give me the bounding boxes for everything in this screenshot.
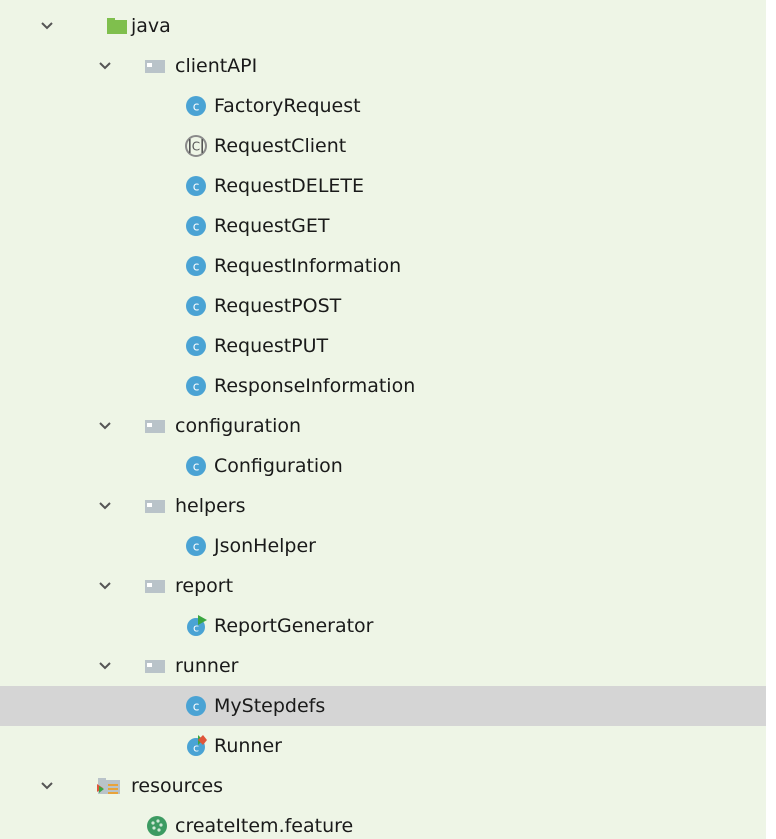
java-class-icon: c <box>186 96 206 116</box>
tree-item-runner-package[interactable]: runner <box>0 646 766 686</box>
tree-item-helpers[interactable]: helpers <box>0 486 766 526</box>
svg-text:c: c <box>193 300 200 314</box>
scrollbar-track[interactable] <box>766 0 776 839</box>
tree-item-factoryrequest[interactable]: c FactoryRequest <box>0 86 766 126</box>
java-class-icon: c <box>186 696 206 716</box>
tree-item-requestdelete[interactable]: c RequestDELETE <box>0 166 766 206</box>
package-folder-icon <box>145 60 165 73</box>
chevron-down-icon[interactable] <box>98 659 112 673</box>
tree-item-requestget[interactable]: c RequestGET <box>0 206 766 246</box>
chevron-down-icon[interactable] <box>98 499 112 513</box>
tree-item-label: RequestDELETE <box>214 175 365 197</box>
chevron-down-icon[interactable] <box>98 419 112 433</box>
svg-text:c: c <box>193 460 200 474</box>
project-tree: java clientAPI c FactoryRequest C Reques… <box>0 0 766 839</box>
tree-item-label: configuration <box>175 415 302 437</box>
tree-item-label: Runner <box>214 735 282 757</box>
svg-text:c: c <box>193 260 200 274</box>
tree-item-label: ResponseInformation <box>214 375 416 397</box>
tree-item-label: Configuration <box>214 455 343 477</box>
tree-item-label: ReportGenerator <box>214 615 374 637</box>
java-class-icon: c <box>186 216 206 236</box>
tree-item-label: JsonHelper <box>214 535 316 557</box>
tree-item-responseinformation[interactable]: c ResponseInformation <box>0 366 766 406</box>
tree-item-resources[interactable]: resources <box>0 766 766 806</box>
svg-text:c: c <box>193 380 200 394</box>
tree-item-java[interactable]: java <box>0 6 766 46</box>
svg-text:c: c <box>193 540 200 554</box>
java-class-icon: c <box>186 296 206 316</box>
tree-item-label: helpers <box>175 495 246 517</box>
tree-item-label: runner <box>175 655 239 677</box>
java-class-icon: c <box>186 256 206 276</box>
svg-text:c: c <box>193 340 200 354</box>
svg-text:c: c <box>193 100 200 114</box>
package-folder-icon <box>145 580 165 593</box>
java-class-icon: c <box>186 456 206 476</box>
chevron-down-icon[interactable] <box>98 579 112 593</box>
resources-folder-icon <box>97 778 120 794</box>
java-interface-icon: C <box>185 135 207 157</box>
tree-item-requestput[interactable]: c RequestPUT <box>0 326 766 366</box>
tree-item-label: createItem.feature <box>175 815 354 837</box>
cucumber-feature-icon <box>147 816 167 836</box>
tree-item-label: clientAPI <box>175 55 258 77</box>
tree-item-label: RequestInformation <box>214 255 402 277</box>
tree-item-jsonhelper[interactable]: c JsonHelper <box>0 526 766 566</box>
chevron-down-icon[interactable] <box>40 19 54 33</box>
svg-text:c: c <box>193 180 200 194</box>
tree-item-mystepdefs[interactable]: c MyStepdefs <box>0 686 766 726</box>
tree-item-label: RequestClient <box>214 135 347 157</box>
tree-item-reportgenerator[interactable]: c ReportGenerator <box>0 606 766 646</box>
tree-item-configuration-package[interactable]: configuration <box>0 406 766 446</box>
package-folder-icon <box>145 500 165 513</box>
tree-item-requestinformation[interactable]: c RequestInformation <box>0 246 766 286</box>
tree-item-label: RequestPOST <box>214 295 342 317</box>
source-folder-icon <box>107 18 127 34</box>
tree-item-configuration-class[interactable]: c Configuration <box>0 446 766 486</box>
tree-item-label: report <box>175 575 234 597</box>
java-class-icon: c <box>186 376 206 396</box>
tree-item-label: RequestGET <box>214 215 330 237</box>
java-class-icon: c <box>186 176 206 196</box>
java-class-icon: c <box>186 536 206 556</box>
tree-item-label: RequestPUT <box>214 335 329 357</box>
package-folder-icon <box>145 420 165 433</box>
chevron-down-icon[interactable] <box>98 59 112 73</box>
svg-text:c: c <box>193 220 200 234</box>
tree-item-requestclient[interactable]: C RequestClient <box>0 126 766 166</box>
tree-item-createitem-feature[interactable]: createItem.feature <box>0 806 766 839</box>
tree-item-label: resources <box>131 775 224 797</box>
java-main-class-icon: c <box>187 615 207 636</box>
tree-item-requestpost[interactable]: c RequestPOST <box>0 286 766 326</box>
tree-item-label: MyStepdefs <box>214 695 326 717</box>
svg-text:C: C <box>192 140 200 154</box>
tree-item-runner-class[interactable]: c Runner <box>0 726 766 766</box>
java-class-icon: c <box>186 336 206 356</box>
package-folder-icon <box>145 660 165 673</box>
svg-text:c: c <box>193 700 200 714</box>
tree-item-report[interactable]: report <box>0 566 766 606</box>
chevron-down-icon[interactable] <box>40 779 54 793</box>
tree-item-label: FactoryRequest <box>214 95 361 117</box>
tree-item-label: java <box>131 15 171 37</box>
tree-item-clientapi[interactable]: clientAPI <box>0 46 766 86</box>
java-test-class-icon: c <box>187 735 207 756</box>
